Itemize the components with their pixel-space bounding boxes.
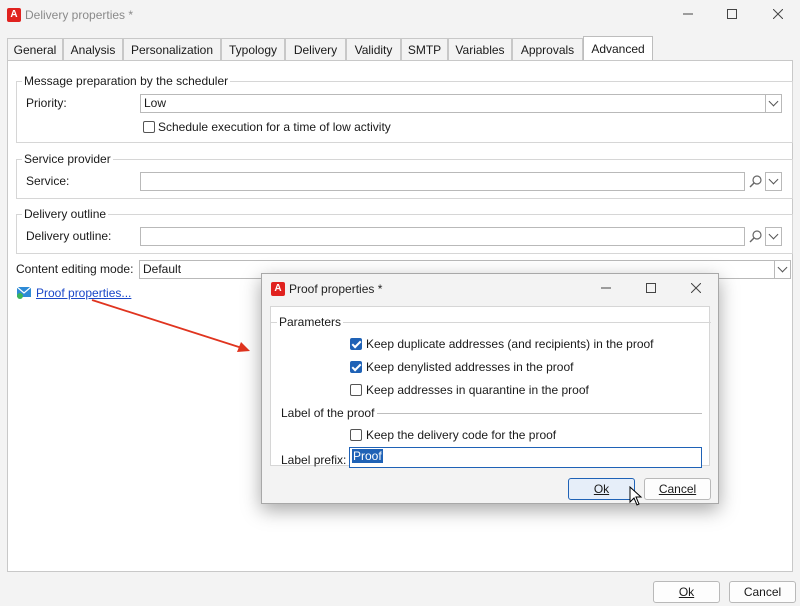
label-prefix-value: Proof — [352, 449, 383, 463]
label-section-divider — [377, 413, 702, 414]
mouse-cursor-icon — [629, 486, 643, 506]
dialog-ok-label: Ok — [593, 482, 610, 496]
proof-properties-dialog: A Proof properties * Parameters Keep dup… — [261, 273, 719, 506]
parameters-title: Parameters — [277, 315, 344, 329]
keep-quarantine-label: Keep addresses in quarantine in the proo… — [366, 383, 589, 397]
dialog-minimize-icon[interactable] — [592, 277, 620, 299]
delivery-properties-window: A Delivery properties * General Analysis… — [0, 0, 800, 606]
dialog-title: Proof properties * — [289, 282, 383, 296]
keep-duplicates-checkbox[interactable] — [350, 338, 362, 350]
keep-denylisted-label: Keep denylisted addresses in the proof — [366, 360, 574, 374]
dialog-maximize-icon[interactable] — [637, 277, 665, 299]
dialog-cancel-button[interactable]: Cancel — [644, 478, 711, 500]
keep-delivery-code-checkbox[interactable] — [350, 429, 362, 441]
label-of-proof-title: Label of the proof — [281, 406, 375, 420]
keep-duplicates-label: Keep duplicate addresses (and recipients… — [366, 337, 654, 351]
dialog-content-panel: Parameters Keep duplicate addresses (and… — [270, 306, 711, 468]
keep-denylisted-checkbox[interactable] — [350, 361, 362, 373]
dialog-ok-button[interactable]: Ok — [568, 478, 635, 500]
keep-delivery-code-label: Keep the delivery code for the proof — [366, 428, 557, 442]
label-prefix-input[interactable]: Proof — [349, 447, 702, 468]
label-prefix-label: Label prefix: — [281, 453, 347, 467]
dialog-close-icon[interactable] — [682, 277, 710, 299]
adobe-app-icon: A — [271, 282, 285, 296]
dialog-cancel-label: Cancel — [658, 482, 697, 496]
keep-quarantine-checkbox[interactable] — [350, 384, 362, 396]
